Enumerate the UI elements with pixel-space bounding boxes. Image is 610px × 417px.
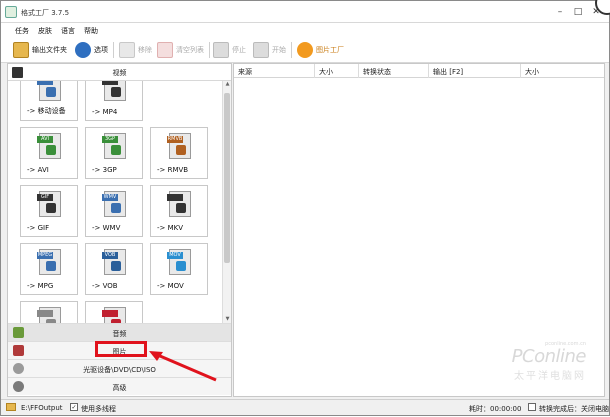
status-bar: E:\FFOutput ✓ 使用多线程 耗时：00:00:00 转换完成后：关闭…: [1, 399, 609, 415]
watermark-domain: pconline.com.cn: [545, 341, 586, 347]
column-divider: [358, 64, 359, 78]
column-status[interactable]: 转换状态: [363, 67, 391, 77]
elapsed-time: 耗时：00:00:00: [469, 405, 522, 413]
column-source[interactable]: 来源: [238, 67, 252, 77]
column-divider: [314, 64, 315, 78]
output-folder-icon[interactable]: [6, 403, 16, 411]
column-divider: [428, 64, 429, 78]
multithread-label: 使用多线程: [81, 405, 116, 413]
task-list-header: 来源 大小 转换状态 输出 [F2] 大小: [234, 64, 604, 78]
after-done-checkbox[interactable]: [528, 403, 536, 411]
watermark: pconline.com.cn PConline 太平洋电脑网: [511, 341, 587, 382]
multithread-checkbox[interactable]: ✓: [70, 403, 78, 411]
task-list-panel: 来源 大小 转换状态 输出 [F2] 大小 pconline.com.cn PC…: [233, 63, 605, 397]
column-divider: [520, 64, 521, 78]
column-output-size[interactable]: 大小: [525, 67, 539, 77]
app-window: 格式工厂 3.7.5 – □ ✕ 任务 皮肤 语言 帮助 输出文件夹 选项 移除…: [0, 0, 610, 416]
output-path[interactable]: E:\FFOutput: [21, 404, 63, 412]
watermark-brand: PConline: [511, 346, 587, 367]
watermark-site: 太平洋电脑网: [514, 371, 586, 382]
column-size[interactable]: 大小: [319, 67, 333, 77]
column-output[interactable]: 输出 [F2]: [433, 67, 463, 77]
after-done-label: 转换完成后：关闭电脑: [539, 405, 609, 413]
